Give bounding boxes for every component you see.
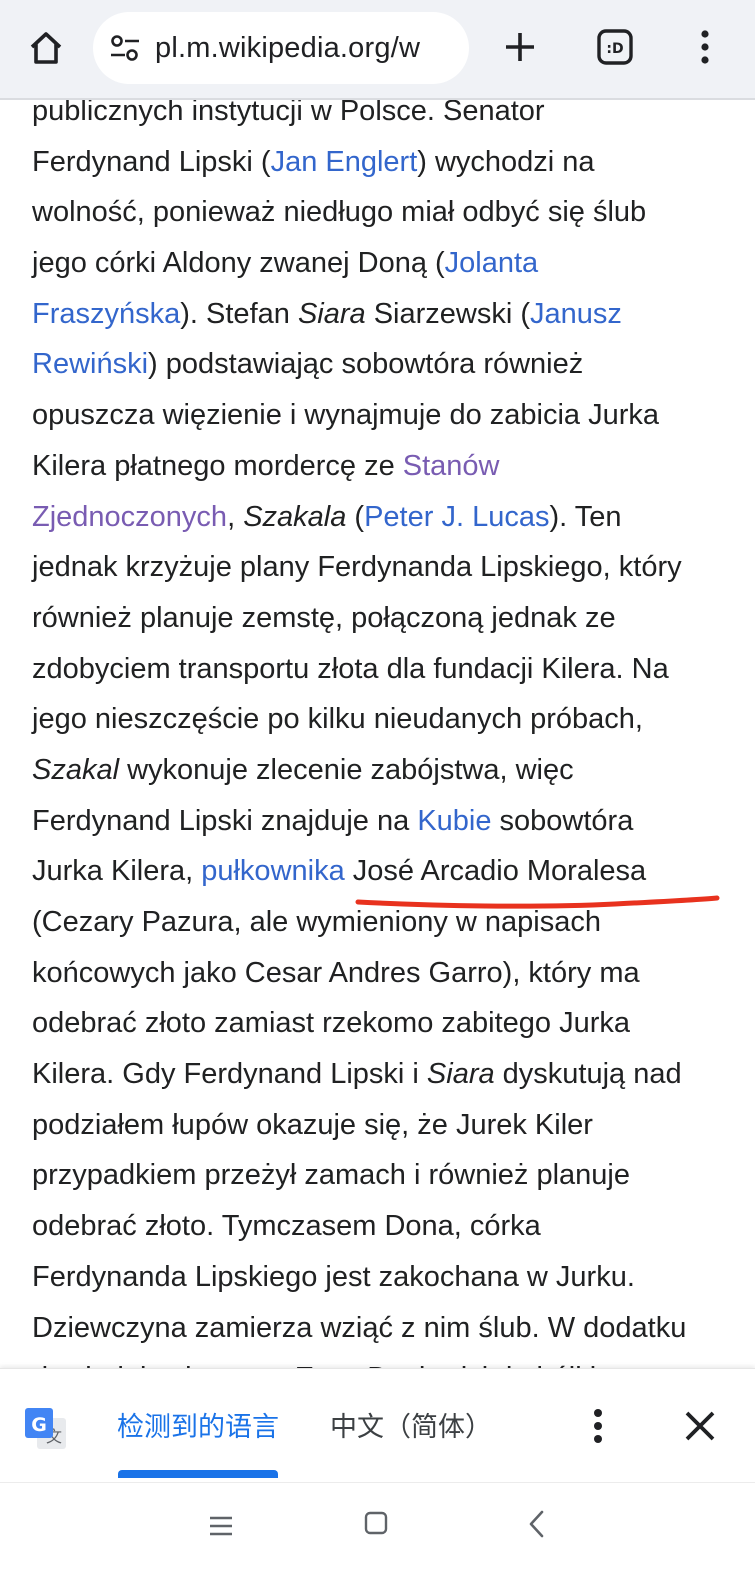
article-line: Ferdynand Lipski (Jan Englert) wychodzi … bbox=[32, 137, 732, 188]
text-run: końcowych jako Cesar Andres Garro), któr… bbox=[32, 956, 640, 989]
article-line: Dziewczyna zamierza wziąć z nim ślub. W … bbox=[32, 1303, 732, 1354]
text-run: odebrać złoto zamiast rzekomo zabitego J… bbox=[32, 1007, 631, 1040]
wiki-link[interactable]: Zjednoczonych bbox=[32, 501, 227, 533]
svg-text::D: :D bbox=[606, 41, 623, 57]
text-run: opuszcza więzienie i wynajmuje do zabici… bbox=[32, 399, 660, 432]
article-line: odebrać złoto. Tymczasem Dona, córka bbox=[32, 1201, 732, 1252]
text-run: Ferdynanda Lipskiego jest zakochana w Ju… bbox=[32, 1260, 635, 1293]
article-line: Rewiński) podstawiając sobowtóra również bbox=[32, 339, 732, 390]
text-run: ). Ten bbox=[549, 500, 622, 533]
nav-home-icon[interactable] bbox=[362, 1509, 390, 1537]
article-line: wolność, ponieważ niedługo miał odbyć si… bbox=[32, 187, 732, 238]
active-tab-indicator bbox=[118, 1470, 278, 1478]
wiki-link[interactable]: Jolanta bbox=[445, 247, 539, 279]
article-line: końcowych jako Cesar Andres Garro), któr… bbox=[32, 948, 732, 999]
text-run: ). Stefan bbox=[180, 297, 298, 330]
new-tab-icon[interactable] bbox=[495, 22, 545, 72]
url-text[interactable]: pl.m.wikipedia.org/w bbox=[155, 32, 420, 65]
text-run: Ferdynand Lipski ( bbox=[32, 145, 271, 178]
article-line: jednak krzyżuje plany Ferdynanda Lipskie… bbox=[32, 542, 732, 593]
text-run: ( bbox=[346, 500, 365, 533]
italic-text: Szakala bbox=[243, 500, 347, 533]
system-nav-bar bbox=[0, 1482, 755, 1574]
tab-target-language[interactable]: 中文（简体） bbox=[330, 1405, 492, 1444]
text-run: podziałem łupów okazuje się, że Jurek Ki… bbox=[32, 1108, 593, 1141]
article-body: publicznych instytucji w Polsce. Senator… bbox=[32, 86, 732, 1404]
close-icon[interactable] bbox=[678, 1403, 722, 1449]
text-run: Ferdynand Lipski znajduje na bbox=[32, 804, 418, 837]
text-run: Kilera płatnego mordercę ze bbox=[32, 449, 403, 482]
wiki-link[interactable]: Janusz bbox=[530, 298, 622, 330]
wiki-link[interactable]: Rewiński bbox=[32, 348, 148, 380]
article-line: odebrać złoto zamiast rzekomo zabitego J… bbox=[32, 998, 732, 1049]
tab-switcher-icon[interactable]: :D bbox=[590, 22, 640, 72]
article-line: Ferdynand Lipski znajduje na Kubie sobow… bbox=[32, 796, 732, 847]
translate-more-icon[interactable] bbox=[582, 1403, 614, 1449]
text-run: jednak krzyżuje plany Ferdynanda Lipskie… bbox=[32, 551, 682, 584]
article-line: zdobyciem transportu złota dla fundacji … bbox=[32, 644, 732, 695]
article-line: Szakal wykonuje zlecenie zabójstwa, więc bbox=[32, 745, 732, 796]
italic-text: Szakal bbox=[32, 753, 120, 786]
article-line: Fraszyńska). Stefan Siara Siarzewski (Ja… bbox=[32, 289, 732, 340]
text-run: jego nieszczęście po kilku nieudanych pr… bbox=[32, 703, 643, 736]
wiki-link[interactable]: Jan Englert bbox=[271, 146, 418, 178]
text-run: , bbox=[227, 500, 244, 533]
text-run: jego córki Aldony zwanej Doną ( bbox=[32, 247, 445, 280]
svg-text:G: G bbox=[31, 1414, 47, 1436]
google-translate-icon: 文 G bbox=[24, 1407, 68, 1451]
text-run: również planuje zemstę, połączoną jednak… bbox=[32, 601, 616, 634]
text-run: José Arcadio Moralesa bbox=[344, 855, 647, 888]
wiki-link[interactable]: Stanów bbox=[403, 450, 500, 482]
text-run: ) wychodzi na bbox=[417, 145, 595, 178]
article-line: Ferdynanda Lipskiego jest zakochana w Ju… bbox=[32, 1252, 732, 1303]
article-line: jego nieszczęście po kilku nieudanych pr… bbox=[32, 694, 732, 745]
wiki-link[interactable]: Peter J. Lucas bbox=[364, 501, 549, 533]
text-run: dyskutują nad bbox=[494, 1058, 682, 1091]
text-run: sobowtóra bbox=[491, 804, 634, 837]
red-underline-annotation bbox=[355, 895, 720, 909]
article-line: Kilera. Gdy Ferdynand Lipski i Siara dys… bbox=[32, 1049, 732, 1100]
tab-detected-language[interactable]: 检测到的语言 bbox=[117, 1405, 279, 1444]
text-run: Kilera. Gdy Ferdynand Lipski i bbox=[32, 1058, 427, 1091]
text-run: Siarzewski ( bbox=[365, 297, 530, 330]
wiki-link[interactable]: Kubie bbox=[417, 805, 491, 837]
site-settings-icon[interactable] bbox=[109, 34, 141, 62]
article-line: Kilera płatnego mordercę ze Stanów bbox=[32, 441, 732, 492]
home-icon[interactable] bbox=[20, 22, 72, 74]
text-run: Dziewczyna zamierza wziąć z nim ślub. W … bbox=[32, 1311, 687, 1344]
nav-menu-icon[interactable] bbox=[206, 1511, 236, 1541]
text-run: zdobyciem transportu złota dla fundacji … bbox=[32, 652, 669, 685]
article-line: Zjednoczonych, Szakala (Peter J. Lucas).… bbox=[32, 492, 732, 543]
more-vert-icon[interactable] bbox=[682, 22, 728, 72]
text-run: Jurka Kilera, bbox=[32, 855, 202, 888]
text-run: przypadkiem przeżył zamach i również pla… bbox=[32, 1159, 630, 1192]
text-run: wolność, ponieważ niedługo miał odbyć si… bbox=[32, 196, 647, 229]
translate-bar: 文 G 检测到的语言 中文（简体） bbox=[0, 1368, 755, 1482]
article-line: podziałem łupów okazuje się, że Jurek Ki… bbox=[32, 1100, 732, 1151]
article-line: również planuje zemstę, połączoną jednak… bbox=[32, 593, 732, 644]
text-run: odebrać złoto. Tymczasem Dona, córka bbox=[32, 1210, 541, 1243]
wiki-link[interactable]: pułkownika bbox=[201, 855, 344, 887]
article-line: jego córki Aldony zwanej Doną (Jolanta bbox=[32, 238, 732, 289]
text-run: ) podstawiając sobowtóra również bbox=[148, 348, 584, 381]
address-bar[interactable]: pl.m.wikipedia.org/w bbox=[93, 12, 469, 84]
nav-back-icon[interactable] bbox=[522, 1507, 552, 1541]
browser-toolbar: pl.m.wikipedia.org/w :D bbox=[0, 0, 755, 100]
text-run: wykonuje zlecenie zabójstwa, więc bbox=[119, 753, 574, 786]
wiki-link[interactable]: Fraszyńska bbox=[32, 298, 180, 330]
italic-text: Siara bbox=[297, 297, 366, 330]
article-line: opuszcza więzienie i wynajmuje do zabici… bbox=[32, 390, 732, 441]
article-line: przypadkiem przeżył zamach i również pla… bbox=[32, 1150, 732, 1201]
italic-text: Siara bbox=[426, 1058, 495, 1091]
